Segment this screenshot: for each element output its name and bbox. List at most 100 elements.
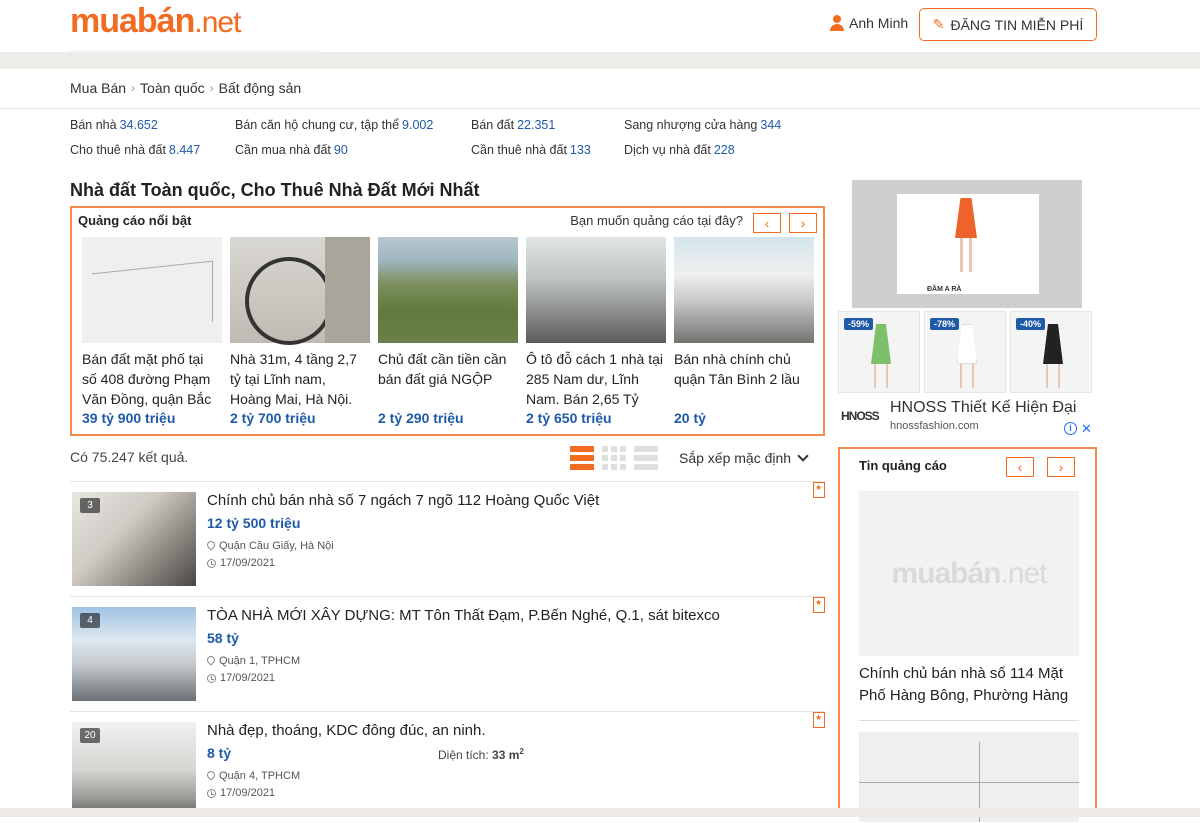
listing-item[interactable]: 20 Nhà đẹp, thoáng, KDC đông đúc, an nin… (70, 711, 825, 823)
fashion-ad-products: -59% -78% -40% (838, 311, 1096, 393)
featured-card-title[interactable]: Bán nhà chính chủ quận Tân Bình 2 lầu (674, 349, 814, 409)
ad-product[interactable]: -59% (838, 311, 920, 393)
hnoss-logo[interactable]: HNOSS (841, 409, 880, 423)
listing-thumbnail[interactable]: 4 (72, 607, 196, 701)
category-ban-can-ho[interactable]: Bán căn hộ chung cư, tập thể 9.002 (235, 118, 433, 132)
dress-figure (955, 198, 977, 238)
breadcrumb-item-bat-dong-san[interactable]: Bất động sản (219, 80, 302, 96)
category-cho-thue[interactable]: Cho thuê nhà đất 8.447 (70, 143, 200, 157)
user-menu[interactable]: Anh Minh (830, 15, 908, 31)
user-icon (830, 15, 844, 31)
user-name: Anh Minh (849, 15, 909, 31)
listing-thumbnail[interactable]: 20 (72, 722, 196, 816)
advertise-here-link[interactable]: Bạn muốn quảng cáo tại đây? (570, 213, 743, 228)
list-view-icon[interactable] (570, 446, 594, 470)
listing-item[interactable]: 4 TÒA NHÀ MỚI XÂY DỰNG: MT Tôn Thất Đạm,… (70, 596, 825, 708)
featured-card-image[interactable] (378, 237, 518, 343)
bookmark-icon[interactable] (813, 482, 825, 498)
result-count: Có 75.247 kết quả. (70, 449, 189, 465)
featured-card-title[interactable]: Nhà 31m, 4 tầng 2,7 tỷ tại Lĩnh nam, Hoà… (230, 349, 370, 409)
post-free-ad-button[interactable]: ✎ ĐĂNG TIN MIỄN PHÍ (919, 8, 1097, 41)
featured-card[interactable]: Bán nhà chính chủ quận Tân Bình 2 lầu 20… (674, 237, 814, 432)
bottom-band (0, 808, 1200, 817)
breadcrumb-item-toan-quoc[interactable]: Toàn quốc (140, 80, 205, 96)
chevron-down-icon (797, 450, 809, 462)
logo-main-text: muabán (70, 2, 195, 40)
category-can-mua[interactable]: Cần mua nhà đất 90 (235, 143, 348, 157)
location-pin-icon (207, 771, 215, 781)
featured-prev-button[interactable]: ‹ (753, 213, 781, 233)
featured-card-image[interactable] (82, 237, 222, 343)
category-can-thue[interactable]: Cần thuê nhà đất 133 (471, 143, 591, 157)
discount-badge: -59% (844, 318, 874, 330)
category-ban-nha[interactable]: Bán nhà 34.652 (70, 118, 158, 132)
listing-location: Quận 4, TPHCM (207, 770, 300, 782)
sponsored-title: Tin quảng cáo (859, 458, 947, 473)
model-legs (960, 238, 972, 272)
featured-card-image[interactable] (526, 237, 666, 343)
fashion-ad-banner[interactable]: ĐẦM A RÀ (852, 180, 1082, 308)
listing-title[interactable]: Nhà đẹp, thoáng, KDC đông đúc, an ninh. (207, 722, 486, 739)
hnoss-ad-url[interactable]: hnossfashion.com (890, 420, 979, 432)
compact-view-icon[interactable] (634, 446, 658, 470)
watermark-logo: muabán.net (891, 556, 1047, 590)
dress-figure (957, 324, 977, 364)
sponsored-image-placeholder[interactable]: muabán.net (859, 491, 1079, 656)
listing-item[interactable]: 3 Chính chủ bán nhà số 7 ngách 7 ngõ 112… (70, 481, 825, 593)
category-sang-nhuong[interactable]: Sang nhượng cửa hàng 344 (624, 118, 781, 132)
close-icon[interactable]: ✕ (1081, 422, 1092, 435)
featured-card[interactable]: Nhà 31m, 4 tầng 2,7 tỷ tại Lĩnh nam, Hoà… (230, 237, 370, 432)
bookmark-icon[interactable] (813, 597, 825, 613)
breadcrumb-divider (0, 108, 1200, 109)
breadcrumb: Mua Bán › Toàn quốc › Bất động sản (70, 80, 301, 96)
featured-card-price: 20 tỷ (674, 410, 706, 426)
grid-view-icon[interactable] (602, 446, 626, 470)
listing-location: Quận Cầu Giấy, Hà Nội (207, 540, 334, 552)
clock-icon (207, 673, 216, 683)
featured-card-image[interactable] (230, 237, 370, 345)
category-ban-dat[interactable]: Bán đất 22.351 (471, 118, 555, 132)
fashion-ad-caption: ĐẦM A RÀ (927, 286, 962, 293)
featured-card-title[interactable]: Bán đất mặt phố tại số 408 đường Phạm Vă… (82, 349, 222, 409)
listing-date: 17/09/2021 (207, 557, 275, 569)
discount-badge: -78% (930, 318, 960, 330)
breadcrumb-item-mua-ban[interactable]: Mua Bán (70, 80, 126, 96)
listing-thumbnail[interactable]: 3 (72, 492, 196, 586)
featured-card-price: 2 tỷ 290 triệu (378, 410, 464, 426)
page-title: Nhà đất Toàn quốc, Cho Thuê Nhà Đất Mới … (70, 180, 480, 200)
featured-next-button[interactable]: › (789, 213, 817, 233)
featured-title: Quảng cáo nổi bật (78, 213, 192, 228)
listing-date: 17/09/2021 (207, 672, 275, 684)
photo-count-badge: 20 (80, 728, 100, 743)
pencil-icon: ✎ (932, 16, 945, 32)
discount-badge: -40% (1016, 318, 1046, 330)
bookmark-icon[interactable] (813, 712, 825, 728)
sort-dropdown[interactable]: Sắp xếp mặc định (679, 450, 809, 466)
featured-card[interactable]: Chủ đất cần tiền cần bán đất giá NGỘP 2 … (378, 237, 518, 432)
breadcrumb-separator-icon: › (131, 81, 136, 95)
featured-card-title[interactable]: Ô tô đỗ cách 1 nhà tại 285 Nam dư, Lĩnh … (526, 349, 666, 409)
ad-product[interactable]: -78% (924, 311, 1006, 393)
featured-card[interactable]: Bán đất mặt phố tại số 408 đường Phạm Vă… (82, 237, 222, 432)
breadcrumb-separator-icon: › (209, 81, 214, 95)
listing-area: Diện tích: 33 m2 (438, 747, 524, 762)
sponsored-next-button[interactable]: › (1047, 457, 1075, 477)
dress-figure (871, 324, 891, 364)
site-logo[interactable]: muabán.net (70, 2, 241, 41)
hnoss-ad-title[interactable]: HNOSS Thiết Kế Hiện Đại (890, 399, 1076, 417)
listing-title[interactable]: TÒA NHÀ MỚI XÂY DỰNG: MT Tôn Thất Đạm, P… (207, 607, 720, 624)
featured-card-image[interactable] (674, 237, 814, 343)
sponsored-listing-title[interactable]: Chính chủ bán nhà số 114 Mặt Phố Hàng Bô… (859, 663, 1084, 707)
location-pin-icon (207, 656, 215, 666)
fashion-ad-image[interactable]: ĐẦM A RÀ (897, 194, 1039, 294)
ad-info-icon[interactable]: i (1064, 422, 1077, 435)
featured-card[interactable]: Ô tô đỗ cách 1 nhà tại 285 Nam dư, Lĩnh … (526, 237, 666, 432)
featured-card-title[interactable]: Chủ đất cần tiền cần bán đất giá NGỘP (378, 349, 518, 409)
sponsored-listings-box: Tin quảng cáo ‹ › muabán.net Chính chủ b… (838, 447, 1097, 822)
model-legs (874, 364, 888, 388)
listing-title[interactable]: Chính chủ bán nhà số 7 ngách 7 ngõ 112 H… (207, 492, 599, 509)
ad-product[interactable]: -40% (1010, 311, 1092, 393)
sponsored-prev-button[interactable]: ‹ (1006, 457, 1034, 477)
category-dich-vu[interactable]: Dịch vụ nhà đất 228 (624, 143, 735, 157)
location-pin-icon (207, 541, 215, 551)
